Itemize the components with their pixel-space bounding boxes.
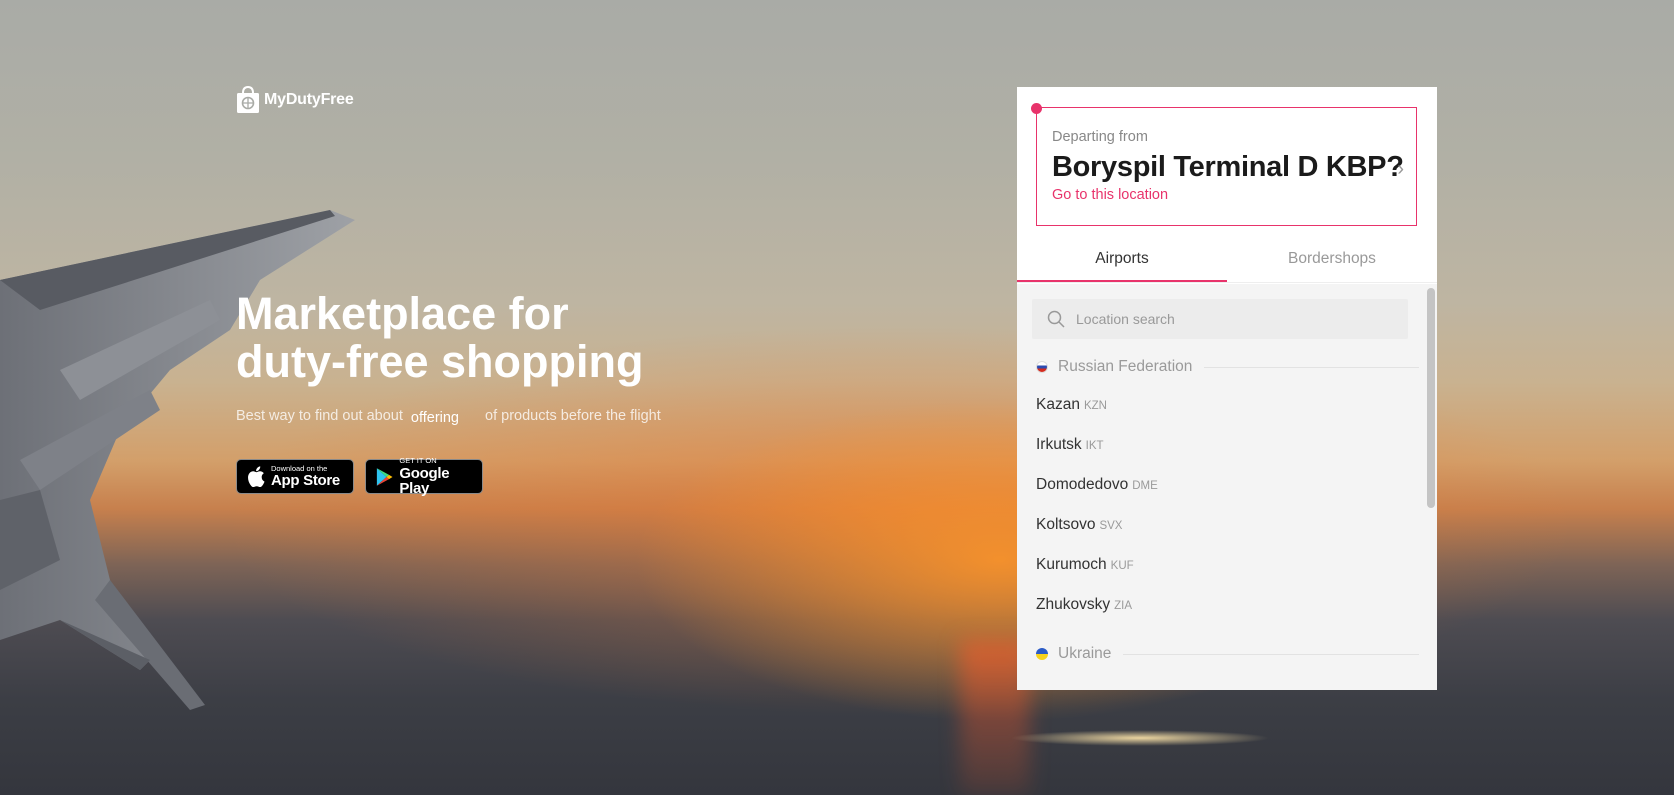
google-play-caption: GET IT ON bbox=[399, 456, 437, 466]
tab-airports[interactable]: Airports bbox=[1017, 239, 1227, 282]
country-name: Russian Federation bbox=[1058, 358, 1193, 375]
airport-name: Koltsovo bbox=[1036, 516, 1096, 533]
location-search-input[interactable] bbox=[1076, 311, 1396, 327]
tab-bordershops[interactable]: Bordershops bbox=[1227, 239, 1437, 282]
list-scrollbar[interactable] bbox=[1427, 288, 1435, 690]
divider bbox=[1123, 653, 1419, 655]
airport-code: IKT bbox=[1085, 440, 1104, 452]
hero-subtitle-pre: Best way to find out about bbox=[236, 408, 403, 424]
brand-logo[interactable]: MyDutyFree bbox=[236, 86, 354, 114]
apple-icon bbox=[248, 466, 265, 487]
airport-code: KUF bbox=[1110, 560, 1134, 572]
divider bbox=[1204, 366, 1419, 368]
airport-code: DME bbox=[1132, 480, 1158, 492]
app-store-caption: Download on the bbox=[271, 463, 328, 473]
airport-item-kazan[interactable]: Kazan KZN bbox=[1036, 396, 1107, 414]
app-store-button[interactable]: Download on the App Store bbox=[236, 459, 354, 494]
google-play-label: Google Play bbox=[399, 464, 450, 497]
location-tabs: Airports Bordershops bbox=[1017, 239, 1437, 283]
scrollbar-thumb[interactable] bbox=[1427, 288, 1435, 508]
app-store-label: App Store bbox=[271, 472, 340, 490]
app-store-links: Download on the App Store GET IT ON Goog… bbox=[236, 456, 483, 497]
airport-item-koltsovo[interactable]: Koltsovo SVX bbox=[1036, 516, 1122, 534]
departure-card[interactable]: Departing from Boryspil Terminal D KBP? … bbox=[1031, 103, 1417, 226]
hero-title: Marketplace for duty-free shopping bbox=[236, 290, 796, 386]
country-header-ukraine: Ukraine bbox=[1036, 645, 1419, 663]
hero-subtitle: Best way to find out about offering of p… bbox=[236, 408, 661, 426]
horizon-reflection bbox=[1010, 730, 1270, 746]
search-icon bbox=[1047, 310, 1065, 328]
airport-code: SVX bbox=[1099, 520, 1123, 532]
airport-name: Irkutsk bbox=[1036, 436, 1082, 453]
chevron-right-icon[interactable]: › bbox=[1397, 158, 1404, 181]
country-name: Ukraine bbox=[1058, 645, 1112, 662]
airport-code: ZIA bbox=[1114, 600, 1132, 612]
location-list: Russian Federation KazanKZN IrkutskIKT D… bbox=[1017, 284, 1437, 690]
go-to-location-link[interactable]: Go to this location bbox=[1052, 187, 1168, 203]
airport-name: Zhukovsky bbox=[1036, 596, 1111, 613]
location-panel: Departing from Boryspil Terminal D KBP? … bbox=[1017, 87, 1437, 690]
departure-location-name: Boryspil Terminal D KBP? bbox=[1052, 151, 1404, 183]
airport-item-zhukovsky[interactable]: Zhukovsky ZIA bbox=[1036, 596, 1132, 614]
ukraine-flag-icon bbox=[1036, 648, 1048, 660]
airport-item-kurumoch[interactable]: Kurumoch KUF bbox=[1036, 556, 1134, 574]
airport-item-irkutsk[interactable]: Irkutsk IKT bbox=[1036, 436, 1104, 454]
brand-name: MyDutyFree bbox=[264, 91, 354, 108]
airport-name: Domodedovo bbox=[1036, 476, 1129, 493]
russia-flag-icon bbox=[1036, 361, 1048, 373]
airport-item-domodedovo[interactable]: Domodedovo DME bbox=[1036, 476, 1158, 494]
hero-subtitle-highlight: offering bbox=[410, 410, 459, 426]
google-play-icon bbox=[376, 467, 393, 486]
departure-label: Departing from bbox=[1052, 129, 1148, 145]
location-pin-dot-icon bbox=[1031, 103, 1042, 114]
hero-title-line-1: Marketplace for bbox=[236, 288, 569, 339]
hero-subtitle-post: of products before the flight bbox=[485, 408, 661, 424]
location-search-box bbox=[1032, 299, 1408, 339]
shopping-bag-icon bbox=[237, 86, 259, 113]
airport-name: Kazan bbox=[1036, 396, 1080, 413]
airport-code: KZN bbox=[1083, 400, 1107, 412]
airport-name: Kurumoch bbox=[1036, 556, 1107, 573]
google-play-button[interactable]: GET IT ON Google Play bbox=[365, 456, 483, 497]
country-header-russia: Russian Federation bbox=[1036, 358, 1419, 376]
hero-title-line-2: duty-free shopping bbox=[236, 336, 644, 387]
